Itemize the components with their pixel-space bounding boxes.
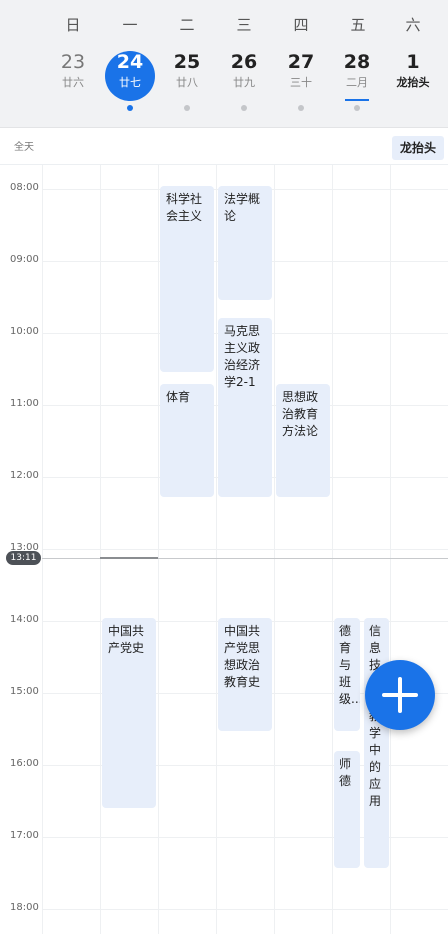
day-25[interactable]: 25 廿八 [160,50,214,100]
lunar-date: 龙抬头 [396,76,430,89]
weekday-tue: 二 [179,16,195,34]
time-label: 17:00 [10,830,39,841]
day-number: 28 [343,51,371,73]
month-start-underline [345,99,369,101]
weekday-fri: 五 [350,16,366,34]
lunar-date: 廿七 [119,76,141,89]
event-tiyu[interactable]: 体育 [160,384,214,497]
lunar-date: 二月 [346,76,368,89]
time-label: 14:00 [10,614,39,625]
day-27[interactable]: 27 三十 [274,50,328,100]
time-label: 09:00 [10,254,39,265]
weekday-sat: 六 [405,16,421,34]
lunar-date: 廿六 [62,76,84,89]
day-23[interactable]: 23 廿六 [46,50,100,100]
event-zhengzhi-jiaoyu-shi[interactable]: 中国共产党思想政治教育史 [218,618,272,731]
event-makesi-zhengzhi-jingjixue[interactable]: 马克思主义政治经济学2-1 [218,318,272,497]
day-28[interactable]: 28 二月 [330,50,384,100]
lunar-date: 廿八 [176,76,198,89]
event-xinxi-jishu[interactable]: 信息技术在教学中的应用 [364,618,389,868]
event-deyu-banji[interactable]: 德育与班级... [334,618,360,731]
time-grid[interactable]: 08:00 09:00 10:00 11:00 12:00 13:00 14:0… [0,165,448,934]
day-number: 23 [60,51,86,73]
weekday-sun: 日 [65,16,81,34]
time-label: 10:00 [10,326,39,337]
week-header: 日 一 二 三 四 五 六 23 廿六 24 廿七 25 廿八 26 廿九 27… [0,0,448,128]
event-dot [241,105,247,111]
event-kexue-shehuizhuyi[interactable]: 科学社会主义 [160,186,214,372]
event-dot [184,105,190,111]
day-24-today[interactable]: 24 廿七 [103,50,157,100]
time-label: 18:00 [10,902,39,913]
lunar-date: 廿九 [233,76,255,89]
event-shide[interactable]: 师德 [334,751,360,868]
event-dot [354,105,360,111]
plus-icon-vertical [398,677,402,713]
event-sixiang-zhengzhi-jiaoyu[interactable]: 思想政治教育方法论 [276,384,330,497]
day-26[interactable]: 26 廿九 [217,50,271,100]
day-1[interactable]: 1 龙抬头 [386,50,440,100]
weekday-mon: 一 [122,16,138,34]
time-label: 16:00 [10,758,39,769]
day-number: 27 [287,51,315,73]
day-number: 1 [406,51,420,73]
time-label: 15:00 [10,686,39,697]
hour-line [42,909,448,910]
lunar-date: 三十 [290,76,312,89]
time-label: 11:00 [10,398,39,409]
time-label: 12:00 [10,470,39,481]
event-zhongguo-gongchandang-shi[interactable]: 中国共产党史 [102,618,156,808]
day-number: 26 [230,51,258,73]
day-number: 24 [116,51,144,73]
current-time-line-today [100,557,158,559]
current-time-badge: 13:11 [6,551,41,565]
time-label: 08:00 [10,182,39,193]
add-event-button[interactable] [365,660,435,730]
hour-line [42,549,448,550]
event-dot [127,105,133,111]
event-faxue-gailun[interactable]: 法学概论 [218,186,272,300]
allday-label: 全天 [14,142,34,153]
day-number: 25 [173,51,201,73]
allday-event[interactable]: 龙抬头 [392,136,444,160]
weekday-wed: 三 [236,16,252,34]
event-dot [298,105,304,111]
weekday-thu: 四 [293,16,309,34]
